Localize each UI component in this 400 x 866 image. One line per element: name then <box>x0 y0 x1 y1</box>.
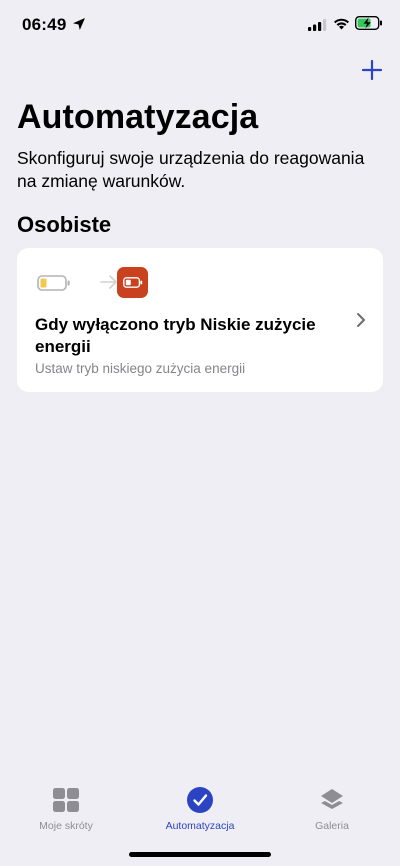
tab-label: Galeria <box>315 820 349 832</box>
wifi-icon <box>333 17 350 35</box>
tab-gallery[interactable]: Galeria <box>267 786 397 836</box>
tab-automation[interactable]: Automatyzacja <box>135 786 265 836</box>
tab-label: Automatyzacja <box>165 820 235 832</box>
grid-icon <box>52 786 80 814</box>
chevron-right-icon <box>356 312 366 333</box>
section-title: Osobiste <box>17 212 112 237</box>
battery-charging-icon <box>354 15 383 35</box>
home-indicator <box>129 852 271 857</box>
location-arrow-icon <box>72 17 86 36</box>
low-battery-icon <box>37 274 71 297</box>
layers-icon <box>318 786 346 814</box>
clock-check-icon <box>186 786 214 814</box>
page-title: Automatyzacja <box>17 98 259 136</box>
cellular-signal-icon <box>308 18 327 36</box>
tab-my-shortcuts[interactable]: Moje skróty <box>1 786 131 836</box>
status-time: 06:49 <box>22 15 67 34</box>
add-automation-button[interactable] <box>358 58 386 86</box>
status-bar: 06:49 <box>0 0 400 50</box>
automation-card[interactable]: Gdy wyłączono tryb Niskie zużycie energi… <box>17 248 383 392</box>
low-power-mode-icon <box>117 267 148 298</box>
automation-title: Gdy wyłączono tryb Niskie zużycie energi… <box>35 315 316 356</box>
arrow-right-icon <box>100 274 118 295</box>
automation-subtitle: Ustaw tryb niskiego zużycia energii <box>35 361 246 376</box>
page-subtitle: Skonfiguruj swoje urządzenia do reagowan… <box>17 148 365 191</box>
plus-icon <box>361 59 383 86</box>
tab-label: Moje skróty <box>39 820 93 832</box>
